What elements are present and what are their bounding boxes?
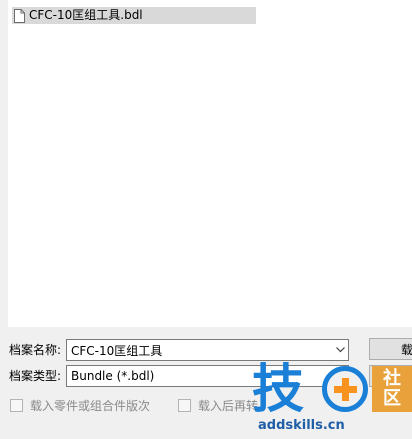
chevron-down-icon[interactable] [332, 339, 348, 361]
open-button[interactable]: 载 [369, 338, 412, 360]
watermark-block-top: 社 [383, 368, 401, 389]
file-item-name: CFC-10匡组工具.bdl [29, 8, 143, 22]
watermark-char: 技 [252, 360, 305, 420]
plus-circle-icon [322, 366, 368, 412]
filetype-label: 档案类型: [9, 369, 62, 383]
checkbox-box[interactable] [10, 399, 23, 412]
filename-label: 档案名称: [9, 343, 62, 357]
file-item[interactable]: CFC-10匡组工具.bdl [12, 7, 256, 24]
checkbox-box[interactable] [178, 399, 191, 412]
filename-combobox[interactable]: CFC-10匡组工具 [66, 339, 349, 361]
after-load-checkbox[interactable]: 载入后再转 [178, 397, 258, 414]
watermark-block-bottom: 区 [383, 388, 401, 409]
watermark-url: addskills.cn [258, 418, 345, 433]
load-parts-label: 载入零件或组合件版次 [30, 399, 151, 413]
filename-value[interactable]: CFC-10匡组工具 [67, 342, 332, 359]
document-icon [14, 8, 25, 23]
filetype-combobox[interactable]: Bundle (*.bdl) [66, 365, 349, 387]
load-parts-checkbox[interactable]: 载入零件或组合件版次 [10, 397, 150, 414]
after-load-label: 载入后再转 [198, 399, 259, 413]
file-list[interactable]: CFC-10匡组工具.bdl [8, 0, 412, 327]
watermark-block: 社 区 [372, 366, 412, 412]
